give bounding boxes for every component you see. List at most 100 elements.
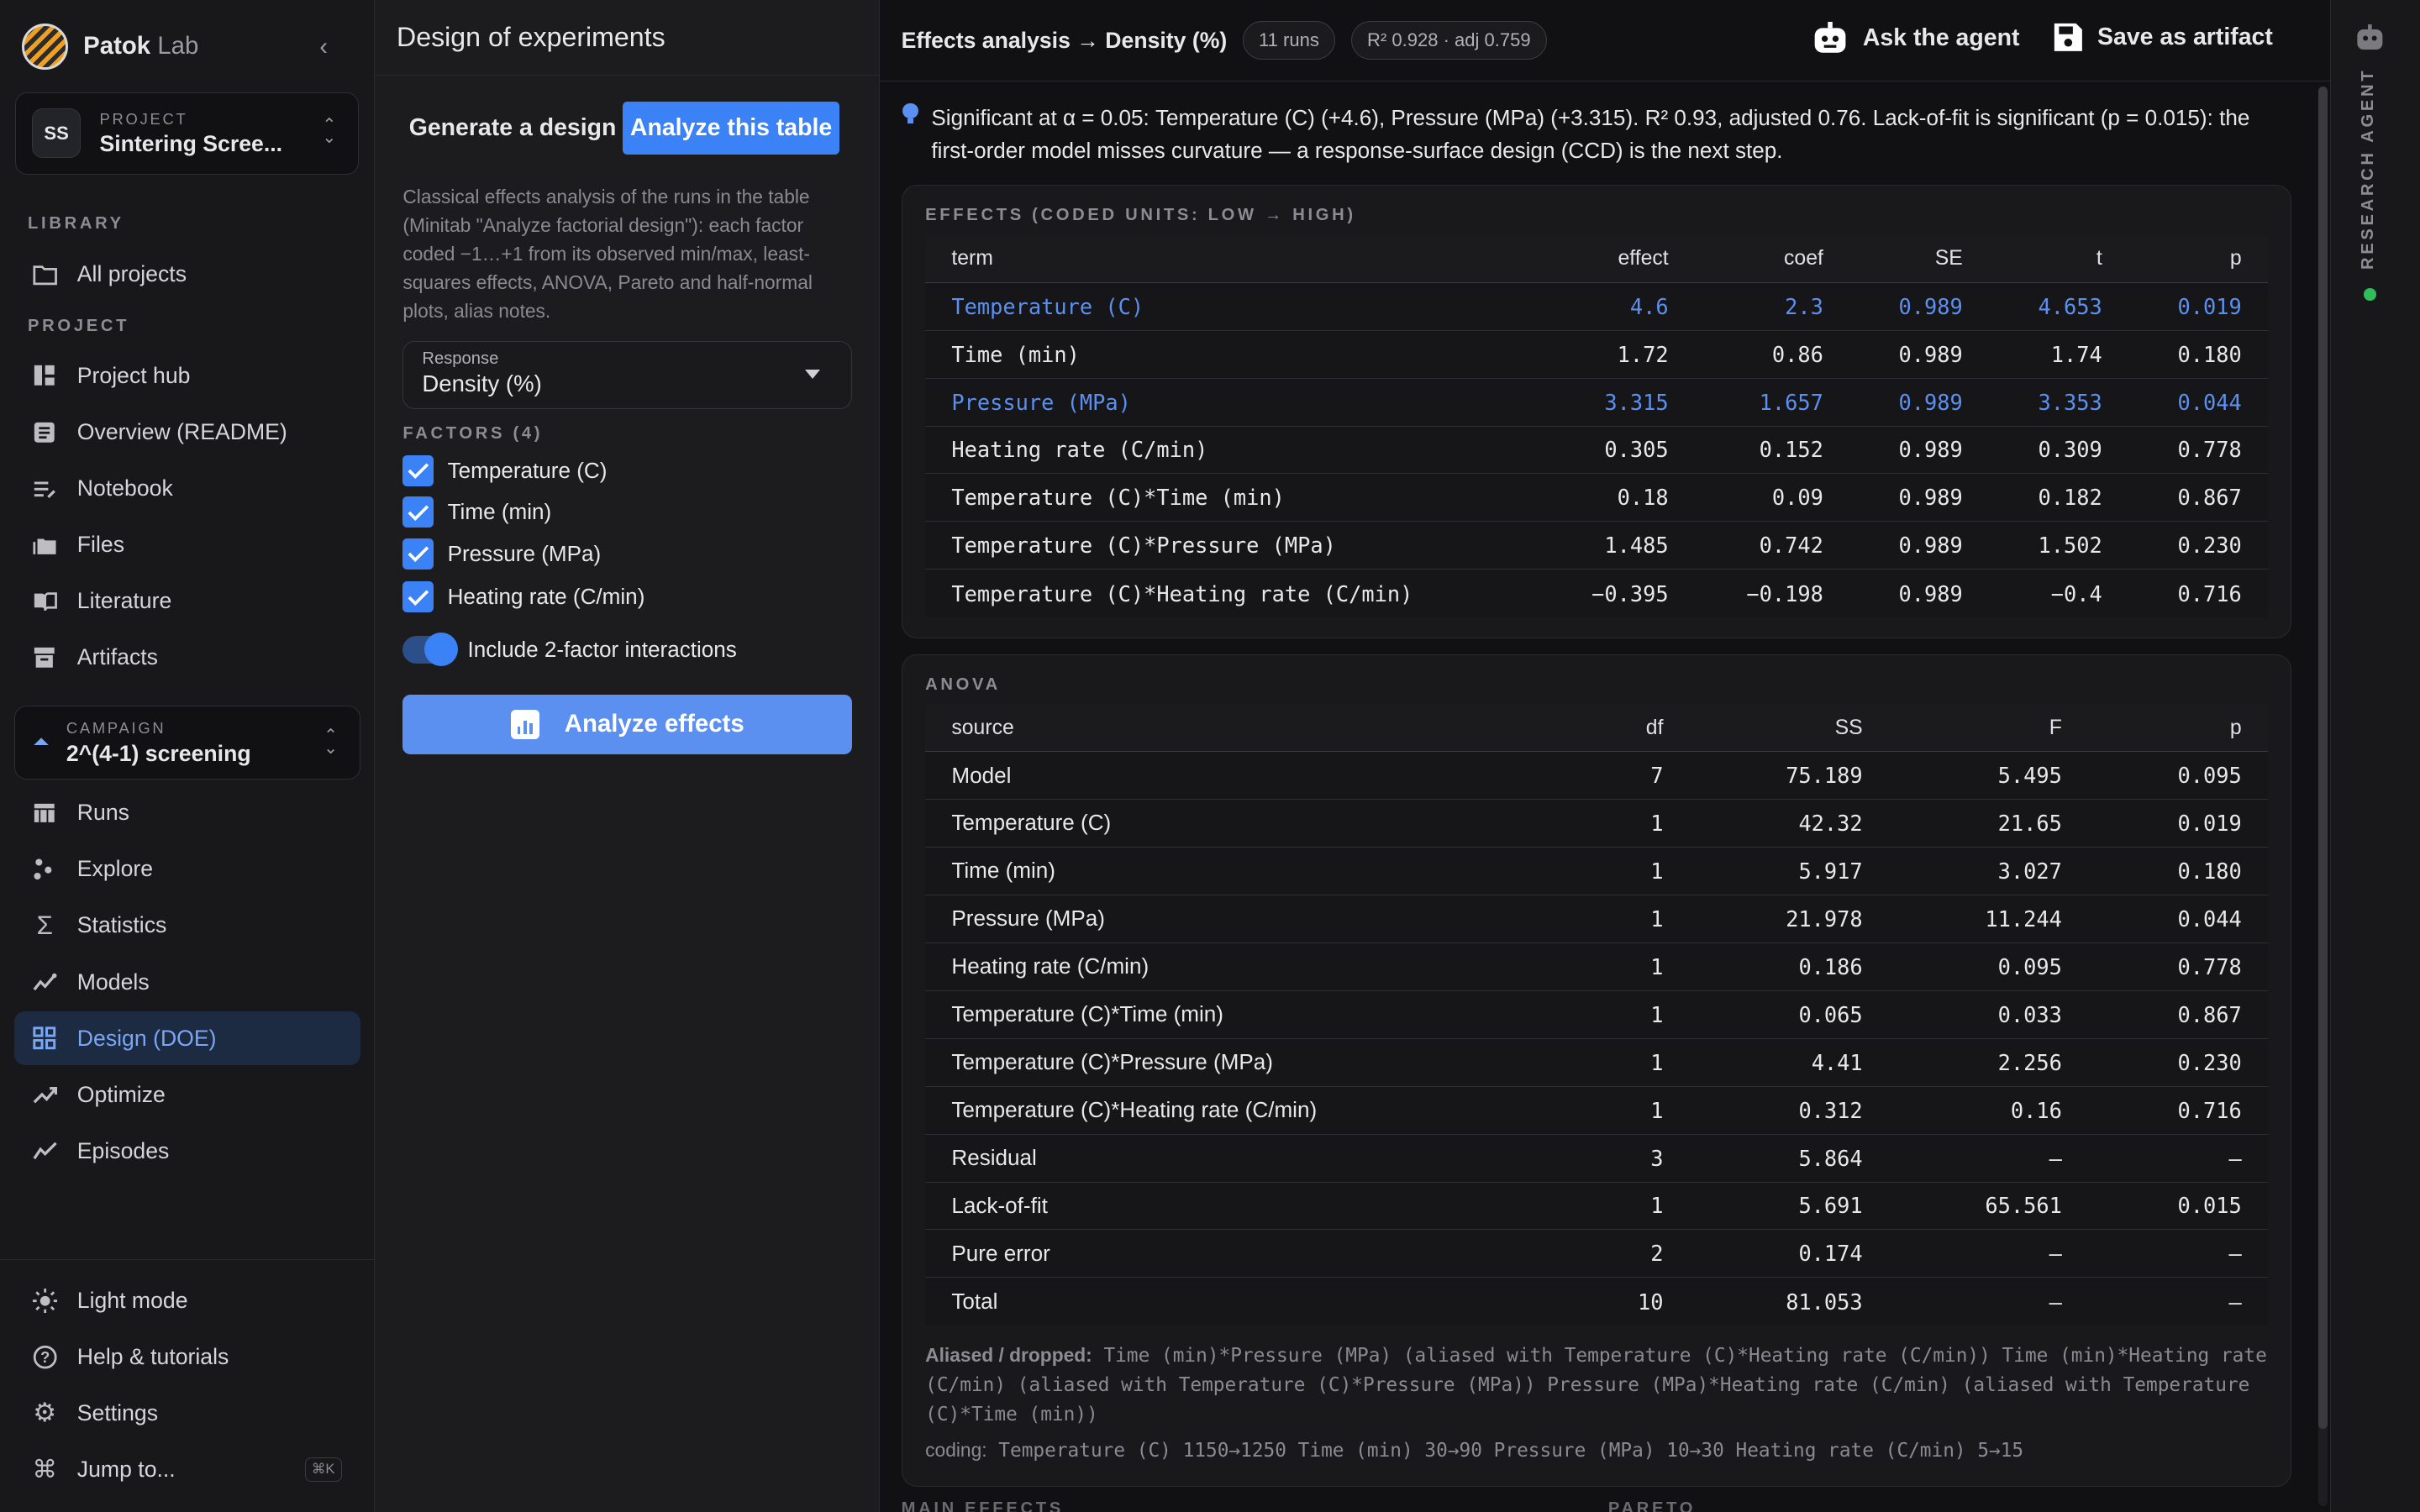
nav-project-hub[interactable]: Project hub (14, 349, 360, 402)
cell-term: Heating rate (C/min) (925, 426, 1540, 475)
factor-checkbox-temperature[interactable]: Temperature (C) (402, 454, 607, 486)
effects-card: EFFECTS (CODED UNITS: LOW → HIGH) term e… (901, 185, 2292, 638)
cell-effect: 1.485 (1539, 521, 1695, 570)
cell-f: – (1888, 1277, 2089, 1326)
nav-files[interactable]: Files (14, 517, 360, 571)
nav-all-projects[interactable]: All projects (14, 248, 360, 302)
nav-light-mode[interactable]: Light mode (14, 1273, 360, 1327)
ask-agent-button[interactable]: Ask the agent (1812, 21, 2019, 55)
collapse-sidebar-icon[interactable]: ‹ (319, 33, 328, 61)
table-header-row: term effect coef SE t p (925, 236, 2268, 283)
cell-se: 0.989 (1849, 330, 1990, 379)
cell-p: 0.778 (2128, 426, 2268, 475)
nav-models[interactable]: Models (14, 955, 360, 1009)
nav-notebook[interactable]: Notebook (14, 461, 360, 515)
cell-effect: −0.395 (1539, 569, 1695, 617)
cell-p: 0.019 (2088, 799, 2268, 848)
nav-statistics[interactable]: Σ Statistics (14, 899, 360, 953)
cell-term: Time (min) (925, 330, 1540, 379)
nav-label: Artifacts (76, 643, 158, 669)
nav-episodes[interactable]: Episodes (14, 1124, 360, 1178)
cell-effect: 0.18 (1539, 473, 1695, 522)
factor-label: Time (min) (447, 499, 552, 525)
cell-p: – (2088, 1229, 2268, 1278)
nav-design-doe[interactable]: Design (DOE) (13, 1011, 360, 1066)
table-row: Time (min) 1 5.917 3.027 0.180 (925, 847, 2268, 895)
cell-coef: 2.3 (1694, 282, 1850, 331)
table-row: Lack-of-fit 1 5.691 65.561 0.015 (925, 1182, 2268, 1231)
cell-df: 1 (1569, 942, 1690, 991)
interactions-label: Include 2-factor interactions (467, 636, 737, 662)
nav-help[interactable]: ? Help & tutorials (14, 1330, 360, 1383)
cell-f: 21.65 (1888, 799, 2089, 848)
factor-checkbox-time[interactable]: Time (min) (402, 496, 551, 528)
column-header: t (1989, 236, 2128, 283)
tab-generate-design[interactable]: Generate a design (402, 102, 622, 154)
factor-checkbox-pressure[interactable]: Pressure (MPa) (402, 538, 601, 570)
nav-literature[interactable]: Literature (14, 574, 360, 627)
nav-settings[interactable]: ⚙ Settings (14, 1386, 360, 1440)
analysis-title: Effects analysis → Density (%) (901, 27, 1228, 53)
table-header-row: source df SS F p (925, 705, 2268, 753)
scrollbar-thumb[interactable] (2317, 86, 2328, 1429)
column-header: effect (1539, 236, 1695, 283)
table-row: Temperature (C)*Time (min) 0.18 0.09 0.989 0… (925, 473, 2268, 522)
checkmark-icon (402, 538, 434, 570)
cell-t: 4.653 (1989, 282, 2128, 331)
analysis-header: Effects analysis → Density (%) 11 runs R… (879, 0, 2331, 82)
coding-text: Temperature (C) 1150→1250 Time (min) 30→… (998, 1440, 2024, 1462)
column-header: source (925, 705, 1570, 753)
research-agent-rail[interactable]: RESEARCH AGENT (2330, 0, 2420, 1512)
factor-checkbox-heating-rate[interactable]: Heating rate (C/min) (402, 581, 644, 613)
cell-p: 0.180 (2128, 330, 2268, 379)
tab-analyze-table[interactable]: Analyze this table (622, 102, 840, 155)
cell-df: 7 (1569, 751, 1690, 800)
cell-p: 0.095 (2088, 751, 2268, 800)
response-value: Density (%) (422, 370, 542, 396)
cell-coef: −0.198 (1694, 569, 1850, 617)
table-row: Heating rate (C/min) 1 0.186 0.095 0.778 (925, 942, 2268, 991)
cell-source: Pressure (MPa) (925, 895, 1570, 943)
campaign-name: 2^(4-1) screening (66, 740, 251, 766)
nav-artifacts[interactable]: Artifacts (14, 630, 360, 684)
interactions-toggle[interactable] (402, 633, 459, 667)
table-row: Model 7 75.189 5.495 0.095 (925, 751, 2268, 800)
folder-icon (31, 260, 59, 288)
cell-p: 0.015 (2088, 1182, 2268, 1231)
gear-icon: ⚙ (33, 1398, 57, 1428)
brand[interactable]: Patok Lab (0, 0, 374, 92)
cell-df: 10 (1569, 1277, 1690, 1326)
doe-panel: Design of experiments Generate a design … (375, 0, 880, 1512)
flask-icon: ⏶ (33, 731, 50, 754)
robot-icon[interactable] (2354, 24, 2386, 52)
table-row: Temperature (C)*Pressure (MPa) 1 4.41 2.256… (925, 1038, 2268, 1087)
logo-icon (21, 23, 68, 70)
nav-runs[interactable]: Runs (14, 786, 360, 840)
table-row: Pressure (MPa) 3.315 1.657 0.989 3.353 0.044 (925, 378, 2268, 427)
table-row: Heating rate (C/min) 0.305 0.152 0.989 0.309… (925, 426, 2268, 475)
table-row: Temperature (C) 4.6 2.3 0.989 4.653 0.019 (925, 282, 2268, 331)
cell-coef: 0.09 (1694, 473, 1850, 522)
nav-jump-to[interactable]: ⌘ Jump to... ⌘K (14, 1442, 360, 1496)
nav-explore[interactable]: Explore (14, 843, 360, 896)
interactions-toggle-row[interactable]: Include 2-factor interactions (402, 633, 737, 667)
main-effects-section-label: MAIN EFFECTS (901, 1499, 1064, 1512)
cell-ss: 0.174 (1689, 1229, 1889, 1278)
analyze-effects-button[interactable]: Analyze effects (402, 694, 852, 755)
bar-chart-icon (510, 709, 540, 739)
anova-table: source df SS F p Model 7 75.189 5.495 0.095 T… (925, 705, 2268, 1326)
cell-source: Temperature (C)*Time (min) (925, 990, 1570, 1039)
nav-label: Optimize (76, 1081, 166, 1107)
cell-f: – (1888, 1229, 2089, 1278)
insight-callout: Significant at α = 0.05: Temperature (C)… (902, 102, 2291, 166)
nav-optimize[interactable]: Optimize (14, 1068, 360, 1121)
main-scrollbar[interactable] (2317, 86, 2328, 1506)
save-artifact-button[interactable]: Save as artifact (2053, 22, 2273, 53)
response-select[interactable]: Response Density (%) (402, 340, 852, 409)
nav-overview[interactable]: Overview (README) (14, 405, 360, 459)
nav-label: Files (76, 531, 125, 557)
cell-f: 0.033 (1888, 990, 2089, 1039)
campaign-switcher[interactable]: ⏶ CAMPAIGN 2^(4-1) screening ⌃ ⌄ (13, 706, 360, 780)
cell-p: 0.019 (2128, 282, 2268, 331)
project-switcher[interactable]: SS PROJECT Sintering Scree... ⌃ ⌄ (15, 92, 359, 175)
